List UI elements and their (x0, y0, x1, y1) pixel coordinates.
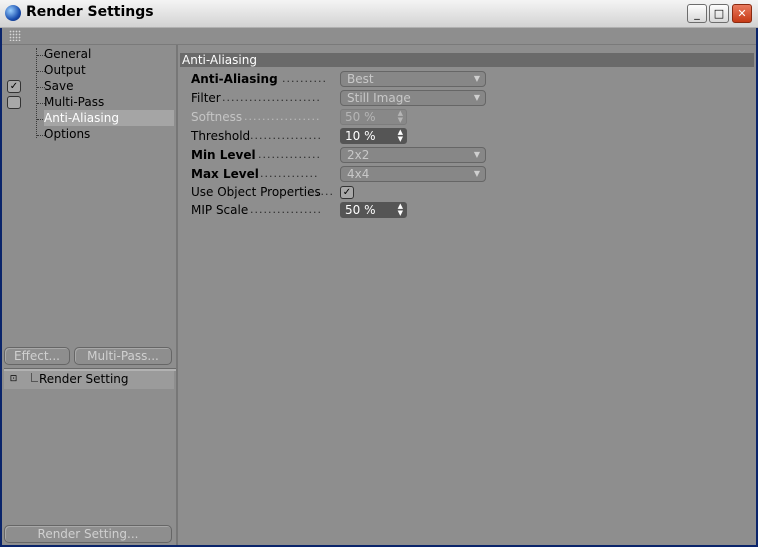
sidebar-item-multi-pass[interactable]: Multi-Pass (44, 94, 182, 110)
threshold-label: Threshold (191, 129, 251, 143)
expand-icon[interactable]: ⊡ (9, 375, 18, 384)
leader-dots: .... (316, 185, 334, 198)
spinner-arrows-icon[interactable]: ▲ ▼ (398, 203, 403, 217)
sidebar-item-output[interactable]: Output (44, 62, 182, 78)
softness-label: Softness (191, 110, 243, 124)
use-object-properties-label: Use Object Properties (191, 185, 321, 199)
leader-dots: ...................... (222, 91, 321, 104)
sidebar-item-label: General (44, 47, 92, 61)
multipass-enable-checkbox[interactable] (7, 96, 21, 109)
chevron-down-icon: ▼ (473, 74, 480, 83)
leader-dots: ................ (250, 129, 322, 142)
render-setting-item[interactable]: ⊡ Render Setting (4, 371, 174, 389)
section-title: Anti-Aliasing (180, 53, 754, 67)
spinner-value: 10 % (345, 129, 376, 143)
dropdown-value: 4x4 (347, 167, 370, 181)
spinner-arrows-icon: ▲ ▼ (397, 109, 403, 124)
multi-pass-button[interactable]: Multi-Pass... (74, 347, 172, 365)
dropdown-value: Best (347, 72, 374, 86)
sidebar-item-label: Save (44, 79, 74, 93)
filter-label: Filter (191, 91, 221, 105)
sidebar-item-label: Options (44, 127, 91, 141)
checkmark-icon: ✓ (9, 81, 19, 92)
leader-dots: ................. (244, 110, 321, 123)
sidebar-item-anti-aliasing[interactable]: Anti-Aliasing (44, 110, 174, 126)
sidebar-item-label: Anti-Aliasing (44, 111, 119, 125)
settings-sidebar: General Output ✓ Save Multi-Pass Anti-Al… (2, 45, 178, 545)
leader-dots: ................ (250, 203, 322, 216)
tree-connector (36, 48, 38, 138)
anti-aliasing-dropdown[interactable]: Best ▼ (340, 71, 486, 87)
chevron-down-icon: ▼ (473, 169, 480, 178)
close-button[interactable]: ✕ (732, 4, 752, 23)
softness-spinner: 50 % ▲ ▼ (340, 109, 407, 125)
min-level-label: Min Level (191, 148, 256, 162)
dropdown-value: 2x2 (347, 148, 370, 162)
minimize-button[interactable]: _ (687, 4, 707, 23)
spinner-arrows-icon[interactable]: ▲ ▼ (398, 129, 403, 143)
mip-scale-spinner[interactable]: 50 % ▲ ▼ (340, 202, 407, 218)
anti-aliasing-label: Anti-Aliasing (191, 72, 278, 86)
threshold-spinner[interactable]: 10 % ▲ ▼ (340, 128, 407, 144)
render-setting-button[interactable]: Render Setting... (4, 525, 172, 543)
chevron-down-icon: ▼ (473, 93, 480, 102)
render-setting-label: Render Setting (39, 372, 129, 386)
effect-button[interactable]: Effect... (4, 347, 70, 365)
render-settings-window: Render Settings _ □ ✕ General Output ✓ S… (0, 0, 758, 547)
filter-dropdown[interactable]: Still Image ▼ (340, 90, 486, 106)
window-title: Render Settings (26, 4, 154, 20)
maximize-button[interactable]: □ (709, 4, 729, 23)
sidebar-item-options[interactable]: Options (44, 126, 182, 142)
dropdown-value: Still Image (347, 91, 411, 105)
use-object-properties-checkbox[interactable]: ✓ (340, 186, 354, 199)
max-level-dropdown[interactable]: 4x4 ▼ (340, 166, 486, 182)
anti-aliasing-panel: Anti-Aliasing Anti-Aliasing .......... B… (178, 45, 756, 545)
max-level-label: Max Level (191, 167, 259, 181)
checkmark-icon: ✓ (342, 187, 352, 198)
min-level-dropdown[interactable]: 2x2 ▼ (340, 147, 486, 163)
sidebar-item-general[interactable]: General (44, 46, 182, 62)
title-bar[interactable]: Render Settings _ □ ✕ (0, 0, 758, 28)
leader-dots: .......... (282, 72, 327, 85)
spinner-value: 50 % (345, 203, 376, 217)
chevron-down-icon: ▼ (473, 150, 480, 159)
mip-scale-label: MIP Scale (191, 203, 249, 217)
sidebar-item-save[interactable]: Save (44, 78, 182, 94)
toolbar (2, 28, 756, 45)
leader-dots: .............. (258, 148, 321, 161)
sidebar-item-label: Output (44, 63, 86, 77)
cinema4d-sphere-icon (5, 5, 21, 21)
spinner-value: 50 % (345, 110, 376, 124)
sidebar-item-label: Multi-Pass (44, 95, 105, 109)
grip-icon[interactable] (9, 30, 21, 41)
tree-connector (31, 373, 38, 382)
leader-dots: ............. (260, 167, 319, 180)
save-enable-checkbox[interactable]: ✓ (7, 80, 21, 93)
